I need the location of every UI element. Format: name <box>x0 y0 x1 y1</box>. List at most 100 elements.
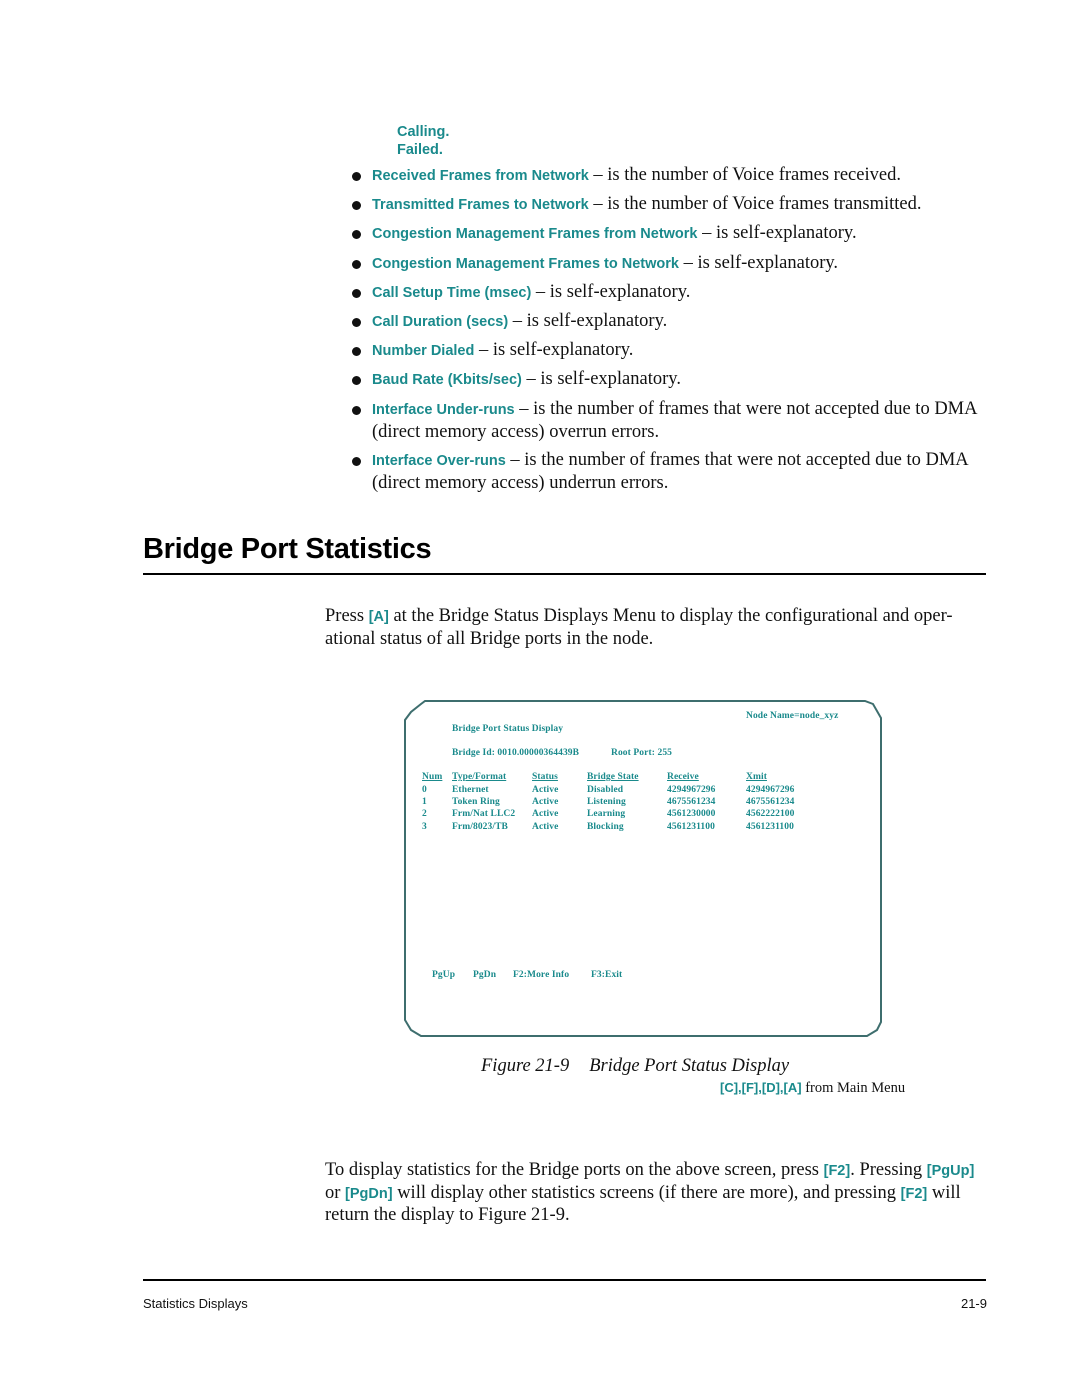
bullet-icon <box>352 201 361 211</box>
cell-type: Frm/Nat LLC2 <box>452 809 516 819</box>
text: or <box>325 1182 346 1203</box>
column-header-receive: Receive <box>667 772 699 782</box>
f3-exit-key[interactable]: F3:Exit <box>591 970 622 980</box>
list-item: Baud Rate (Kbits/sec) – is self-explanat… <box>352 368 992 391</box>
description: – is self-explanatory. <box>474 340 634 361</box>
menu-keys: [C],[F],[D],[A] <box>720 1080 802 1095</box>
list-item: Received Frames from Network – is the nu… <box>352 164 992 187</box>
text: To display statistics for the Bridge por… <box>325 1160 824 1180</box>
cell-status: Active <box>532 797 559 807</box>
cell-bridge-state: Learning <box>587 809 626 819</box>
description: – is self-explanatory. <box>508 310 668 331</box>
footer-chapter-title: Statistics Displays <box>143 1296 248 1311</box>
section-heading: Bridge Port Statistics <box>143 533 432 565</box>
f2-more-info-key[interactable]: F2:More Info <box>513 970 569 980</box>
term: Interface Under-runs <box>372 401 515 418</box>
bridge-port-status-screen: Node Name=node_xyz Bridge Port Status Di… <box>403 700 883 1038</box>
term: Baud Rate (Kbits/sec) <box>372 372 522 389</box>
term: Received Frames from Network <box>372 168 589 184</box>
cell-type: Token Ring <box>452 797 500 807</box>
list-item: Call Duration (secs) – is self-explanato… <box>352 310 992 333</box>
list-item: Interface Over-runs – is the number of f… <box>352 449 992 494</box>
root-port: Root Port: 255 <box>611 748 673 758</box>
column-header-num: Num <box>422 772 443 782</box>
column-header-xmit: Xmit <box>746 772 767 782</box>
cell-num: 1 <box>422 797 427 807</box>
column-header-bridge-state: Bridge State <box>587 772 639 782</box>
key-a: [A] <box>368 609 389 625</box>
bullet-icon <box>352 456 361 466</box>
term: Call Setup Time (msec) <box>372 284 532 301</box>
statistics-definitions-list: Received Frames from Network – is the nu… <box>352 164 992 500</box>
cell-type: Frm/8023/TB <box>452 822 508 832</box>
text: . Pressing <box>850 1160 927 1180</box>
cell-xmit: 4562222100 <box>746 809 795 819</box>
cell-status: Active <box>532 785 559 795</box>
cell-receive: 4675561234 <box>667 797 716 807</box>
figure-caption: Figure 21-9 Bridge Port Status Display <box>481 1056 789 1077</box>
bullet-icon <box>352 259 361 269</box>
figure-title: Bridge Port Status Display <box>589 1056 790 1076</box>
description: – is self-explanatory. <box>697 223 857 244</box>
closing-paragraph: To display statistics for the Bridge por… <box>325 1160 987 1227</box>
bullet-icon <box>352 172 361 181</box>
cell-xmit: 4294967296 <box>746 785 795 795</box>
cell-type: Ethernet <box>452 785 489 795</box>
bullet-icon <box>352 347 361 357</box>
description: – is the number of Voice frames transmit… <box>588 194 922 215</box>
sublist-item: Failed. <box>397 142 443 158</box>
bullet-icon <box>352 288 361 298</box>
bullet-icon <box>352 376 361 386</box>
cell-num: 2 <box>422 809 427 819</box>
term: Transmitted Frames to Network <box>372 197 589 214</box>
term: Interface Over-runs <box>372 452 506 469</box>
description: – is self-explanatory. <box>521 369 681 390</box>
sublist-item: Calling. <box>397 124 450 140</box>
status-sublist: Calling. Failed. <box>397 123 449 159</box>
bridge-id: Bridge Id: 0010.00000364439B <box>452 748 580 758</box>
list-item: Congestion Management Frames from Networ… <box>352 222 992 245</box>
text: will display other statistics screens (i… <box>392 1182 901 1203</box>
cell-num: 3 <box>422 822 427 832</box>
description: – is the number of Voice frames received… <box>588 165 901 185</box>
cell-receive: 4294967296 <box>667 785 716 795</box>
screen-title: Bridge Port Status Display <box>452 724 564 734</box>
cell-xmit: 4561231100 <box>746 822 794 832</box>
intro-text: Press <box>325 606 369 626</box>
bullet-icon <box>352 230 361 240</box>
cell-num: 0 <box>422 785 427 795</box>
cell-xmit: 4675561234 <box>746 797 795 807</box>
list-item: Number Dialed – is self-explanatory. <box>352 339 992 362</box>
menu-path: [C],[F],[D],[A] from Main Menu <box>720 1080 905 1097</box>
cell-receive: 4561230000 <box>667 809 716 819</box>
term: Number Dialed <box>372 343 475 360</box>
cell-status: Active <box>532 809 559 819</box>
column-header-type: Type/Format <box>452 772 507 782</box>
list-item: Congestion Management Frames to Network … <box>352 252 992 275</box>
list-item: Call Setup Time (msec) – is self-explana… <box>352 281 992 304</box>
list-item: Transmitted Frames to Network – is the n… <box>352 193 992 216</box>
figure-number: Figure 21-9 <box>481 1056 570 1076</box>
cell-bridge-state: Blocking <box>587 822 624 832</box>
cell-bridge-state: Listening <box>587 797 626 807</box>
node-name: Node Name=node_xyz <box>746 711 839 721</box>
term: Congestion Management Frames to Network <box>372 255 679 272</box>
cell-bridge-state: Disabled <box>587 785 624 795</box>
term: Congestion Management Frames from Networ… <box>372 226 698 243</box>
intro-text: at the Bridge Status Displays Menu to di… <box>325 606 953 649</box>
description: – is self-explanatory. <box>678 252 839 273</box>
heading-rule <box>143 573 986 575</box>
key-pgdn: [PgDn] <box>345 1185 393 1202</box>
footer-rule <box>143 1279 986 1281</box>
pgup-key[interactable]: PgUp <box>432 970 455 980</box>
bullet-icon <box>352 317 361 327</box>
key-f2: [F2] <box>900 1185 928 1202</box>
page-number: 21-9 <box>960 1296 987 1311</box>
list-item: Interface Under-runs – is the number of … <box>352 398 992 443</box>
cell-receive: 4561231100 <box>667 822 715 832</box>
description: – is self-explanatory. <box>531 281 691 302</box>
pgdn-key[interactable]: PgDn <box>473 970 496 980</box>
cell-status: Active <box>532 822 559 832</box>
key-pgup: [PgUp] <box>926 1163 975 1179</box>
key-f2: [F2] <box>823 1163 851 1179</box>
